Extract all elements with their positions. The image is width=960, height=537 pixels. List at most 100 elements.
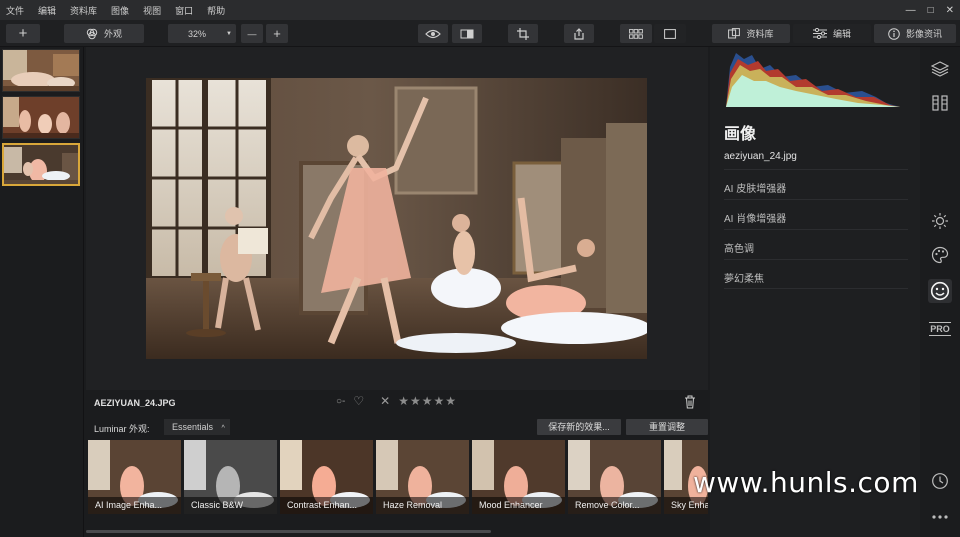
tab-library-label: 资料库	[746, 29, 774, 39]
reject-icon[interactable]: ✕	[380, 394, 390, 408]
zoom-out-button[interactable]: —	[241, 24, 263, 43]
main-photo-image	[146, 78, 647, 359]
layers-icon[interactable]	[928, 57, 952, 81]
menu-window[interactable]: 窗口	[175, 4, 193, 17]
filmstrip	[0, 47, 84, 537]
menu-library[interactable]: 资料库	[70, 4, 97, 17]
look-label: Mood Enhancer	[472, 497, 565, 514]
menu-bar: 文件 编辑 资料库 图像 视图 窗口 帮助	[0, 0, 960, 20]
tool-category-rail: PRO	[920, 47, 960, 537]
export-button[interactable]	[564, 24, 594, 43]
photo-canvas[interactable]	[86, 47, 708, 390]
looks-category-select[interactable]: Essentials ^	[164, 419, 230, 435]
look-label: Haze Removal	[376, 497, 469, 514]
looks-strip: AI Image Enha... Classic B&W Contrast En…	[86, 438, 708, 516]
photo-thumbnail	[3, 97, 79, 138]
zoom-value: 32%	[188, 28, 207, 39]
zoom-in-button[interactable]: +	[266, 24, 288, 43]
filmstrip-thumb-1[interactable]	[2, 49, 80, 92]
looks-category-value: Essentials	[172, 422, 214, 432]
tab-library[interactable]: 资料库	[712, 24, 790, 43]
pro-tools-icon[interactable]: PRO	[928, 317, 952, 341]
toolbar: + 外观 32% ▼ — + 资料库 编辑 影像资讯	[0, 20, 960, 47]
share-icon	[574, 27, 584, 40]
sliders-icon	[812, 28, 827, 39]
grid-view-button[interactable]	[620, 24, 652, 43]
menu-file[interactable]: 文件	[6, 4, 24, 17]
history-clock-icon[interactable]	[928, 469, 952, 493]
library-icon	[728, 28, 741, 39]
window-controls: — □ ✕	[906, 0, 954, 20]
looks-button[interactable]: 外观	[64, 24, 144, 43]
tab-edit-label: 编辑	[832, 29, 851, 39]
menu-image[interactable]: 图像	[111, 4, 129, 17]
look-mood-enhancer[interactable]: Mood Enhancer	[472, 440, 565, 514]
menu-help[interactable]: 帮助	[207, 4, 225, 17]
watermark-text: www.hunls.com	[693, 466, 919, 499]
image-info-bar: AEZIYUAN_24.JPG ○- ♡ ✕ ★★★★★	[86, 390, 708, 416]
histogram	[726, 53, 900, 107]
close-button[interactable]: ✕	[946, 5, 954, 16]
chevron-up-icon: ^	[221, 425, 225, 432]
tool-ai-skin-enhancer[interactable]: AI 皮肤增强器	[724, 169, 908, 199]
looks-title: Luminar 外观:	[94, 424, 150, 434]
filmstrip-thumb-2[interactable]	[2, 96, 80, 139]
menu-view[interactable]: 视图	[143, 4, 161, 17]
save-look-button[interactable]: 保存新的效果...	[537, 419, 621, 435]
look-remove-color-cast[interactable]: Remove Color...	[568, 440, 661, 514]
eye-icon	[425, 29, 441, 38]
pro-label: PRO	[929, 322, 951, 336]
look-ai-image-enhancer[interactable]: AI Image Enha...	[88, 440, 181, 514]
maximize-button[interactable]: □	[928, 5, 934, 16]
star-rating[interactable]: ★★★★★	[398, 394, 457, 408]
creative-palette-icon[interactable]	[928, 243, 952, 267]
looks-scrollbar[interactable]	[86, 530, 491, 533]
looks-label: 外观	[103, 29, 122, 39]
minimize-button[interactable]: —	[906, 5, 916, 16]
compare-icon	[460, 29, 474, 38]
main-photo[interactable]	[146, 78, 647, 359]
trash-icon[interactable]	[684, 395, 696, 409]
looks-icon	[86, 28, 98, 39]
crop-button[interactable]	[508, 24, 538, 43]
info-icon	[888, 27, 900, 40]
panel-title: 画像	[724, 126, 757, 143]
portrait-face-icon[interactable]	[928, 279, 952, 303]
tool-high-key[interactable]: 高色调	[724, 229, 908, 259]
panel-file-name: aeziyuan_24.jpg	[724, 151, 797, 162]
tab-info-label: 影像资讯	[905, 29, 942, 39]
reset-adjustments-button[interactable]: 重置调整	[626, 419, 708, 435]
look-haze-removal[interactable]: Haze Removal	[376, 440, 469, 514]
more-options-icon[interactable]	[928, 505, 952, 529]
tab-info[interactable]: 影像资讯	[874, 24, 956, 43]
photo-thumbnail	[4, 145, 78, 184]
tool-ai-portrait-enhancer[interactable]: AI 肖像增强器	[724, 199, 908, 229]
look-label: Remove Color...	[568, 497, 661, 514]
look-label: Classic B&W	[184, 497, 277, 514]
looks-bar: Luminar 外观: Essentials ^ 保存新的效果... 重置调整	[86, 416, 708, 438]
favorite-heart-icon[interactable]: ♡	[353, 394, 364, 408]
preview-button[interactable]	[418, 24, 448, 43]
single-view-icon	[664, 28, 676, 39]
color-label-button[interactable]: ○-	[336, 396, 345, 407]
crop-icon	[517, 27, 529, 40]
rating-controls: ○- ♡ ✕ ★★★★★	[336, 394, 457, 408]
chevron-down-icon: ▼	[226, 30, 232, 37]
file-name: AEZIYUAN_24.JPG	[94, 398, 176, 408]
canvas-tools-icon[interactable]	[928, 91, 952, 115]
essentials-sun-icon[interactable]	[928, 209, 952, 233]
look-label: AI Image Enha...	[88, 497, 181, 514]
add-photos-button[interactable]: +	[6, 24, 40, 43]
look-label: Sky Enha	[664, 497, 708, 514]
look-contrast-enhancer[interactable]: Contrast Enhan...	[280, 440, 373, 514]
zoom-select[interactable]: 32% ▼	[168, 24, 236, 43]
single-view-button[interactable]	[654, 24, 686, 43]
menu-edit[interactable]: 编辑	[38, 4, 56, 17]
tab-edit[interactable]: 编辑	[793, 24, 871, 43]
look-classic-bw[interactable]: Classic B&W	[184, 440, 277, 514]
compare-button[interactable]	[452, 24, 482, 43]
edit-panel: 画像 aeziyuan_24.jpg AI 皮肤增强器 AI 肖像增强器 高色调…	[710, 47, 920, 537]
tool-dreamy-soft-focus[interactable]: 夢幻柔焦	[724, 259, 908, 289]
filmstrip-thumb-3[interactable]	[2, 143, 80, 186]
look-label: Contrast Enhan...	[280, 497, 373, 514]
